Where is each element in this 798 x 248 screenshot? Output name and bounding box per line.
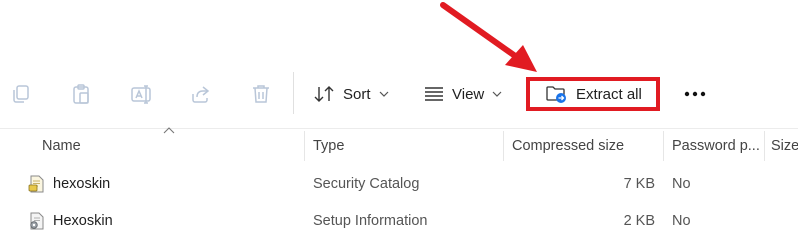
file-compressed-size: 7 KB — [623, 176, 655, 192]
file-password: No — [672, 176, 691, 192]
setup-information-icon — [30, 212, 44, 230]
copy-icon[interactable] — [9, 82, 33, 106]
security-catalog-icon — [28, 175, 44, 193]
column-header-password[interactable]: Password p... — [672, 129, 760, 163]
column-divider[interactable] — [764, 131, 765, 161]
file-type: Security Catalog — [313, 176, 420, 192]
column-divider[interactable] — [503, 131, 504, 161]
file-name: Hexoskin — [53, 213, 113, 229]
column-header-row: Name Type Compressed size Password p... … — [0, 127, 798, 163]
view-button[interactable]: View — [424, 80, 502, 108]
more-options-button[interactable] — [680, 80, 710, 108]
file-compressed-size: 2 KB — [623, 213, 655, 229]
sort-icon — [314, 86, 334, 102]
more-icon — [684, 91, 706, 97]
column-header-type[interactable]: Type — [313, 129, 498, 163]
chevron-down-icon — [379, 91, 388, 97]
column-divider[interactable] — [663, 131, 664, 161]
file-row-hexoskin[interactable]: hexoskin Security Catalog 7 KB No — [0, 166, 798, 202]
file-password: No — [672, 213, 691, 229]
extract-all-label: Extract all — [576, 85, 642, 103]
file-name: hexoskin — [53, 176, 111, 192]
paste-icon[interactable] — [69, 82, 93, 106]
rename-icon[interactable] — [129, 82, 153, 106]
column-divider[interactable] — [304, 131, 305, 161]
sort-button[interactable]: Sort — [313, 80, 389, 108]
view-label: View — [452, 85, 485, 103]
delete-icon[interactable] — [249, 82, 273, 106]
extract-folder-icon — [546, 86, 566, 103]
column-header-size[interactable]: Size — [771, 129, 798, 163]
chevron-down-icon — [492, 91, 502, 97]
sort-label: Sort — [343, 85, 371, 103]
file-type: Setup Information — [313, 213, 428, 229]
share-icon[interactable] — [189, 82, 213, 106]
column-header-name[interactable]: Name — [42, 129, 297, 163]
command-bar: Sort View Extract all — [0, 62, 798, 126]
column-header-compressed-size[interactable]: Compressed size — [512, 129, 657, 163]
extract-all-button[interactable]: Extract all — [526, 77, 660, 111]
file-row-hexoskin-inf[interactable]: Hexoskin Setup Information 2 KB No — [0, 203, 798, 239]
toolbar-separator — [293, 72, 294, 114]
view-list-icon — [425, 87, 443, 101]
